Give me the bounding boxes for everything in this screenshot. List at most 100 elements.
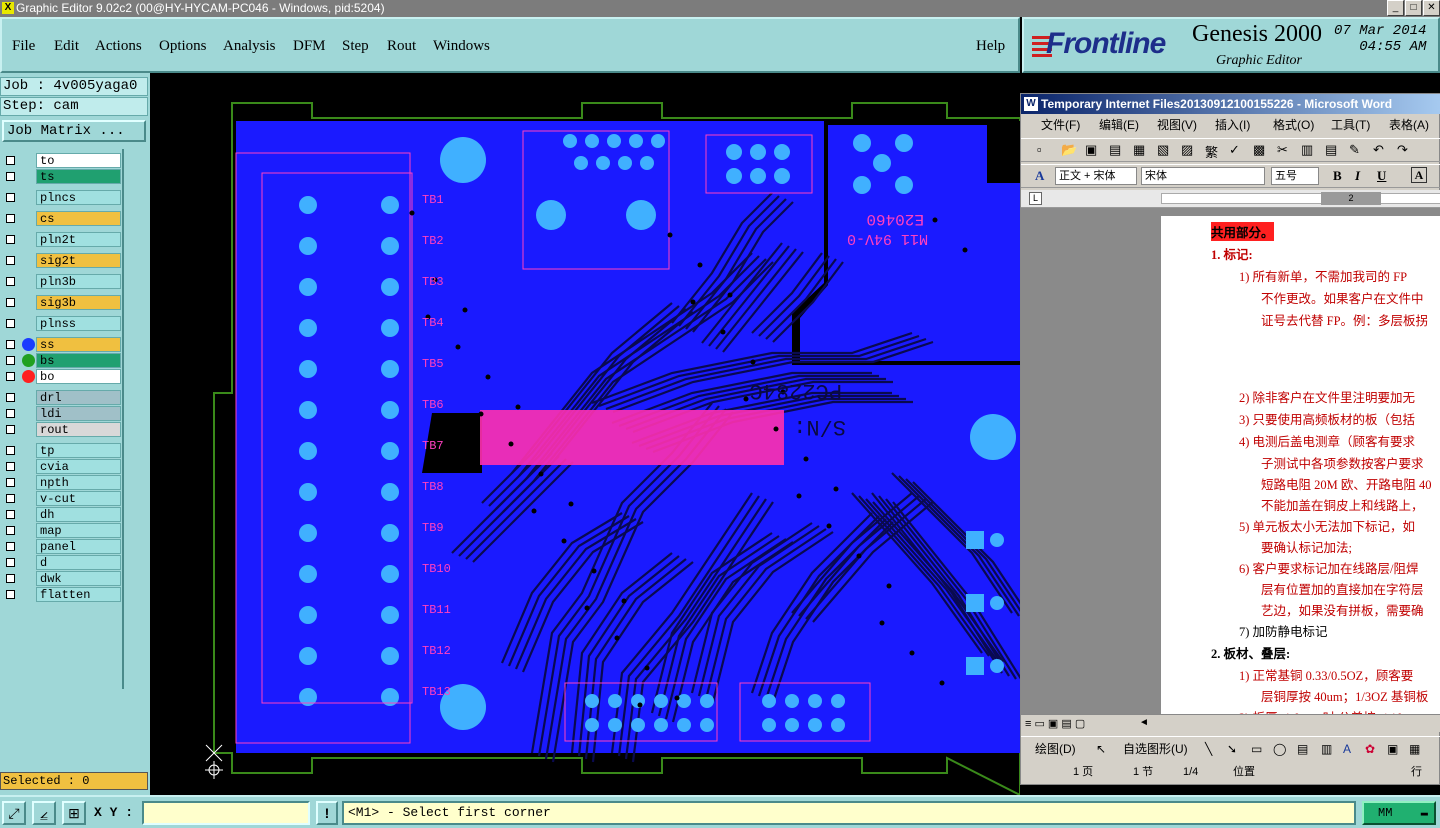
word-menu-view[interactable]: 视图(V) bbox=[1157, 114, 1197, 136]
layer-checkbox[interactable] bbox=[6, 446, 15, 455]
layer-name[interactable]: pln2t bbox=[36, 232, 121, 247]
layer-checkbox[interactable] bbox=[6, 340, 15, 349]
layer-name[interactable]: map bbox=[36, 523, 121, 538]
layer-name[interactable]: bo bbox=[36, 369, 121, 384]
toolbar-icon[interactable]: ↷ bbox=[1397, 142, 1408, 158]
layer-checkbox[interactable] bbox=[6, 558, 15, 567]
toolbar-icon[interactable]: 繁 bbox=[1205, 142, 1218, 161]
units-select[interactable]: MM ▬ bbox=[1362, 801, 1436, 825]
layer-row-flatten[interactable]: flatten bbox=[2, 587, 121, 602]
italic-button[interactable]: I bbox=[1355, 168, 1360, 184]
picture-icon[interactable]: ▦ bbox=[1409, 737, 1420, 761]
layer-name[interactable]: dh bbox=[36, 507, 121, 522]
layer-row-ts[interactable]: ts bbox=[2, 169, 121, 184]
wordart-icon[interactable]: ▥ bbox=[1321, 737, 1332, 761]
toolbar-icon[interactable]: ▣ bbox=[1085, 142, 1097, 158]
textbox-icon[interactable]: ▤ bbox=[1297, 737, 1308, 761]
layer-checkbox[interactable] bbox=[6, 510, 15, 519]
layer-checkbox[interactable] bbox=[6, 478, 15, 487]
layer-row-npth[interactable]: npth bbox=[2, 475, 121, 490]
toolbar-icon[interactable]: ✎ bbox=[1349, 142, 1360, 158]
layer-checkbox[interactable] bbox=[6, 425, 15, 434]
toolbar-icon[interactable]: ▩ bbox=[1253, 142, 1265, 158]
size-select[interactable]: 五号 bbox=[1271, 167, 1319, 185]
layer-checkbox[interactable] bbox=[6, 214, 15, 223]
layer-checkbox[interactable] bbox=[6, 409, 15, 418]
layer-row-sig3b[interactable]: sig3b bbox=[2, 295, 121, 310]
clipart-icon[interactable]: ▣ bbox=[1387, 737, 1398, 761]
toolbar-icon[interactable]: ▤ bbox=[1109, 142, 1121, 158]
layer-row-pln2t[interactable]: pln2t bbox=[2, 232, 121, 247]
layer-name[interactable]: plncs bbox=[36, 190, 121, 205]
layer-checkbox[interactable] bbox=[6, 574, 15, 583]
layer-name[interactable]: sig3b bbox=[36, 295, 121, 310]
oval-tool-icon[interactable]: ◯ bbox=[1273, 737, 1286, 761]
layer-name[interactable]: drl bbox=[36, 390, 121, 405]
layer-row-sig2t[interactable]: sig2t bbox=[2, 253, 121, 268]
toolbar-icon[interactable]: ▥ bbox=[1301, 142, 1313, 158]
layer-row-plnss[interactable]: plnss bbox=[2, 316, 121, 331]
menu-help[interactable]: Help bbox=[976, 38, 1005, 55]
layer-name[interactable]: flatten bbox=[36, 587, 121, 602]
layer-name[interactable]: dwk bbox=[36, 571, 121, 586]
word-menu-tools[interactable]: 工具(T) bbox=[1331, 114, 1370, 136]
layer-checkbox[interactable] bbox=[6, 590, 15, 599]
draw-menu[interactable]: 绘图(D) bbox=[1035, 737, 1076, 761]
word-menu-format[interactable]: 格式(O) bbox=[1273, 114, 1314, 136]
menu-windows[interactable]: Windows bbox=[433, 38, 490, 55]
word-page[interactable]: 共用部分。 1. 标记: 1) 所有新单，不需加我司的 FP 不作更改。如果客户在文件… bbox=[1161, 216, 1440, 716]
toolbar-icon[interactable]: ▫ bbox=[1037, 142, 1042, 157]
layer-name[interactable]: rout bbox=[36, 422, 121, 437]
snap-icon[interactable]: ⊞ bbox=[62, 801, 86, 825]
xy-input[interactable] bbox=[142, 801, 310, 825]
arrow-tool-icon[interactable]: ➘ bbox=[1227, 737, 1237, 761]
close-button[interactable]: ✕ bbox=[1423, 0, 1440, 16]
layer-row-dh[interactable]: dh bbox=[2, 507, 121, 522]
layer-row-v-cut[interactable]: v-cut bbox=[2, 491, 121, 506]
word-menu-insert[interactable]: 插入(I) bbox=[1215, 114, 1250, 136]
menu-dfm[interactable]: DFM bbox=[293, 38, 326, 55]
underline-button[interactable]: U bbox=[1377, 168, 1386, 184]
layer-checkbox[interactable] bbox=[6, 462, 15, 471]
layer-checkbox[interactable] bbox=[6, 526, 15, 535]
pcb-drawing[interactable]: TB1 TB2 TB3 TB4 TB5 TB6 TB7 TB8 TB9 TB10 TB11 TB12 T… bbox=[152, 73, 1020, 795]
tab-selector[interactable]: L bbox=[1029, 192, 1042, 205]
layer-name[interactable]: npth bbox=[36, 475, 121, 490]
toolbar-icon[interactable]: ✂ bbox=[1277, 142, 1288, 158]
menu-file[interactable]: File bbox=[12, 38, 35, 55]
menu-rout[interactable]: Rout bbox=[387, 38, 416, 55]
layer-name[interactable]: cs bbox=[36, 211, 121, 226]
layer-row-plncs[interactable]: plncs bbox=[2, 190, 121, 205]
layer-checkbox[interactable] bbox=[6, 494, 15, 503]
word-menu-file[interactable]: 文件(F) bbox=[1041, 114, 1080, 136]
layer-name[interactable]: to bbox=[36, 153, 121, 168]
layer-row-pln3b[interactable]: pln3b bbox=[2, 274, 121, 289]
toolbar-icon[interactable]: 📂 bbox=[1061, 142, 1077, 158]
word-menu-edit[interactable]: 编辑(E) bbox=[1099, 114, 1139, 136]
layer-checkbox[interactable] bbox=[6, 172, 15, 181]
layer-name[interactable]: cvia bbox=[36, 459, 121, 474]
layer-checkbox[interactable] bbox=[6, 256, 15, 265]
toolbar-icon[interactable]: ▨ bbox=[1181, 142, 1193, 158]
layer-row-map[interactable]: map bbox=[2, 523, 121, 538]
diagram-icon[interactable]: ✿ bbox=[1365, 737, 1375, 761]
layer-name[interactable]: v-cut bbox=[36, 491, 121, 506]
toolbar-icon[interactable]: ↶ bbox=[1373, 142, 1384, 158]
minimize-button[interactable]: _ bbox=[1387, 0, 1404, 16]
layer-checkbox[interactable] bbox=[6, 298, 15, 307]
layer-checkbox[interactable] bbox=[6, 193, 15, 202]
layer-row-ss[interactable]: ss bbox=[2, 337, 121, 352]
autoshape-menu[interactable]: 自选图形(U) bbox=[1123, 737, 1188, 761]
select-arrow-icon[interactable]: ↖ bbox=[1096, 737, 1106, 761]
measure-icon[interactable]: ⦤ bbox=[32, 801, 56, 825]
layer-checkbox[interactable] bbox=[6, 372, 15, 381]
line-tool-icon[interactable]: ╲ bbox=[1205, 737, 1212, 761]
zoom-icon[interactable]: ⤢ bbox=[2, 801, 26, 825]
layer-row-drl[interactable]: drl bbox=[2, 390, 121, 405]
layer-row-dwk[interactable]: dwk bbox=[2, 571, 121, 586]
wordart-a-icon[interactable]: A bbox=[1343, 737, 1351, 761]
maximize-button[interactable]: □ bbox=[1405, 0, 1422, 16]
layer-row-bs[interactable]: bs bbox=[2, 353, 121, 368]
char-border-button[interactable]: A bbox=[1411, 167, 1427, 183]
menu-analysis[interactable]: Analysis bbox=[223, 38, 276, 55]
